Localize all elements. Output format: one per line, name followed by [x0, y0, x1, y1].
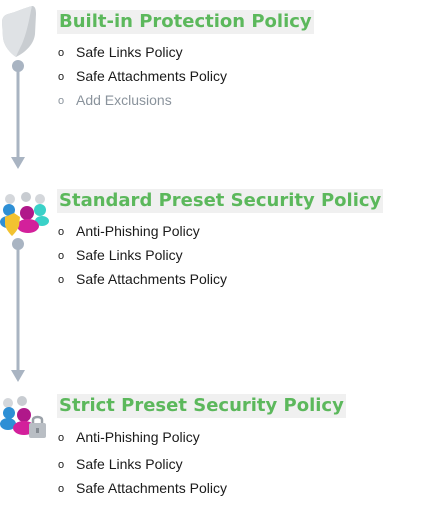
item-label: Safe Links Policy — [76, 44, 183, 60]
list-item: o Safe Attachments Policy — [58, 270, 227, 289]
item-label: Safe Attachments Policy — [76, 271, 227, 287]
bullet: o — [58, 432, 65, 444]
list-item: o Safe Attachments Policy — [58, 67, 227, 86]
item-label: Safe Links Policy — [76, 247, 183, 263]
list-item: o Safe Links Policy — [58, 246, 183, 265]
list-item: o Anti-Phishing Policy — [58, 428, 200, 447]
connector-arrow — [11, 60, 25, 169]
section-title-built-in: Built-in Protection Policy — [57, 10, 314, 34]
bullet: o — [58, 226, 65, 238]
connector-arrow — [11, 238, 25, 382]
item-label: Anti-Phishing Policy — [76, 429, 200, 445]
item-label: Safe Links Policy — [76, 456, 183, 472]
bullet: o — [58, 274, 65, 286]
list-item: o Anti-Phishing Policy — [58, 222, 200, 241]
section-title-strict: Strict Preset Security Policy — [57, 394, 346, 418]
bullet: o — [58, 250, 65, 262]
item-label: Safe Attachments Policy — [76, 480, 227, 496]
item-label: Anti-Phishing Policy — [76, 223, 200, 239]
bullet: o — [58, 459, 65, 471]
user-lock-icon — [0, 396, 46, 438]
bullet: o — [58, 483, 65, 495]
item-label: Add Exclusions — [76, 92, 172, 108]
bullet: o — [58, 47, 65, 59]
user-group-shield-icon — [0, 192, 49, 236]
bullet: o — [58, 95, 65, 107]
list-item: o Safe Links Policy — [58, 43, 183, 62]
bullet: o — [58, 71, 65, 83]
shield-icon — [2, 6, 36, 57]
list-item: o Safe Attachments Policy — [58, 479, 227, 498]
list-item: o Add Exclusions — [58, 91, 172, 110]
list-item: o Safe Links Policy — [58, 455, 183, 474]
section-title-standard: Standard Preset Security Policy — [57, 189, 384, 213]
item-label: Safe Attachments Policy — [76, 68, 227, 84]
